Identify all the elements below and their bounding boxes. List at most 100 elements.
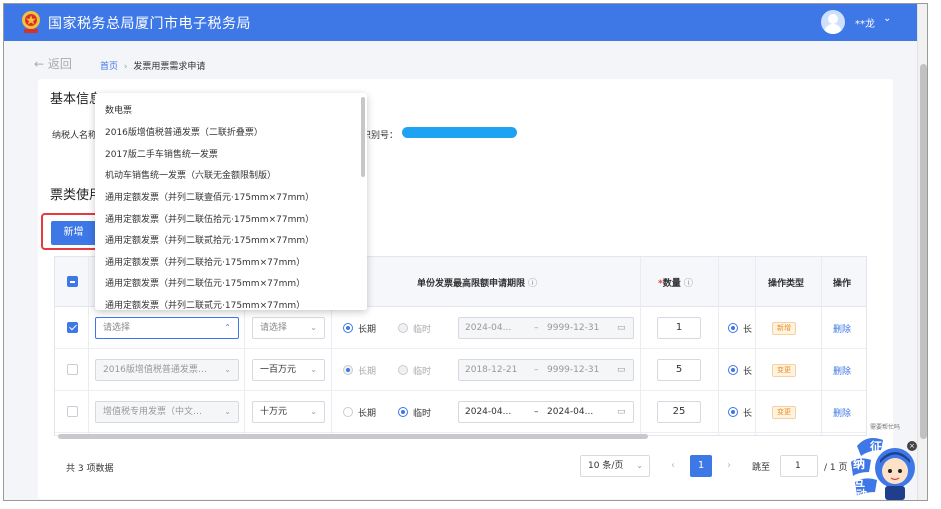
dropdown-option[interactable]: 2017版二手车销售统一发票 xyxy=(105,147,218,160)
chevron-down-icon: ⌄ xyxy=(310,365,317,374)
arrow-left-icon: ← xyxy=(34,57,45,71)
next-page-button[interactable]: › xyxy=(718,455,740,477)
user-name[interactable]: **龙 xyxy=(855,15,875,30)
extra-radio[interactable] xyxy=(728,407,738,417)
quantity-input[interactable]: 1 xyxy=(657,317,701,339)
invoice-type-select[interactable]: 增值税专用发票（中文… ⌄ xyxy=(95,401,239,423)
calendar-icon: ▭ xyxy=(617,365,626,375)
date-range[interactable]: 2024-04... –2024-04... ▭ xyxy=(458,401,634,423)
quantity-input[interactable]: 5 xyxy=(657,359,701,381)
user-avatar[interactable] xyxy=(821,10,845,34)
app-title: 国家税务总局厦门市电子税务局 xyxy=(48,16,251,32)
table-row: 2016版增值税普通发票… ⌄ 一百万元 ⌄ 长期 临时 2018-12-21–99… xyxy=(55,349,866,391)
period-temp-label: 临时 xyxy=(413,325,432,335)
jump-page-input[interactable]: 1 xyxy=(780,455,818,477)
redacted-taxpayer-id xyxy=(402,127,517,138)
select-all-checkbox[interactable] xyxy=(67,276,78,287)
user-menu-chevron-down-icon[interactable]: ⌄ xyxy=(883,13,891,24)
info-circle-icon[interactable]: ⓘ xyxy=(684,279,693,289)
period-long-label: 长期 xyxy=(358,325,377,335)
dropdown-option[interactable]: 通用定额发票（并列二联壹佰元·175mm×77mm） xyxy=(105,190,314,203)
info-circle-icon[interactable]: ⓘ xyxy=(528,279,537,289)
limit-select[interactable]: 一百万元 ⌄ xyxy=(252,359,325,381)
period-long-label: 长期 xyxy=(358,367,377,377)
breadcrumb-home[interactable]: 首页 xyxy=(100,62,118,72)
chevron-down-icon: ⌄ xyxy=(636,461,643,470)
limit-select[interactable]: 请选择 ⌄ xyxy=(252,317,325,339)
header-op-type: 操作类型 xyxy=(768,279,805,289)
breadcrumb: 首页 › 发票用票需求申请 xyxy=(100,59,205,72)
date-range[interactable]: 2018-12-21–9999-12-31 ▭ xyxy=(458,359,634,381)
limit-select[interactable]: 十万元 ⌄ xyxy=(252,401,325,423)
tax-emblem-icon xyxy=(22,11,40,33)
extra-radio[interactable] xyxy=(728,323,738,333)
app-window: 国家税务总局厦门市电子税务局 **龙 ⌄ ← 返回 首页 › 发票用票需求申请 … xyxy=(3,3,928,501)
period-long-radio[interactable] xyxy=(343,365,353,375)
dropdown-option[interactable]: 通用定额发票（并列二联拾元·175mm×77mm） xyxy=(105,255,305,268)
extra-label: 长 xyxy=(743,367,753,377)
chevron-down-icon: ⌄ xyxy=(224,365,231,374)
period-long-radio[interactable] xyxy=(343,323,353,333)
quantity-input[interactable]: 25 xyxy=(657,401,701,423)
scrollbar-thumb[interactable] xyxy=(920,64,927,439)
page-scrollbar[interactable] xyxy=(917,4,927,500)
extra-radio[interactable] xyxy=(728,365,738,375)
period-temp-label: 临时 xyxy=(413,409,432,419)
table-row: 请选择 ⌃ 请选择 ⌄ 长期 临时 2024-04... –9999-12-31 ▭ 1… xyxy=(55,307,866,349)
extra-label: 长 xyxy=(743,409,753,419)
dropdown-scrollbar[interactable] xyxy=(361,97,365,177)
chevron-down-icon: ⌄ xyxy=(224,407,231,416)
back-label: 返回 xyxy=(47,57,72,71)
dropdown-option[interactable]: 通用定额发票（并列二联贰元·175mm×77mm） xyxy=(105,298,305,310)
row-checkbox[interactable] xyxy=(67,364,78,375)
period-temp-radio[interactable] xyxy=(398,365,408,375)
row-checkbox[interactable] xyxy=(67,406,78,417)
period-temp-label: 临时 xyxy=(413,367,432,377)
chevron-down-icon: ⌄ xyxy=(310,407,317,416)
period-long-radio[interactable] xyxy=(343,407,353,417)
dropdown-option[interactable]: 数电票 xyxy=(105,103,132,116)
back-button[interactable]: ← 返回 xyxy=(34,55,72,72)
mascot-char: 纳 xyxy=(853,457,866,471)
table-row: 增值税专用发票（中文… ⌄ 十万元 ⌄ 长期 临时 2024-04... –2024-… xyxy=(55,391,866,433)
invoice-type-select[interactable]: 2016版增值税普通发票… ⌄ xyxy=(95,359,239,381)
dropdown-option[interactable]: 2016版增值税普通发票（二联折叠票） xyxy=(105,125,263,138)
header-limit: 单份发票最高限额申请期限 ⓘ xyxy=(417,279,538,289)
dropdown-option[interactable]: 通用定额发票（并列二联伍拾元·175mm×77mm） xyxy=(105,212,314,225)
delete-link[interactable]: 删除 xyxy=(833,322,851,335)
total-pages: / 1 页 xyxy=(824,463,848,473)
calendar-icon: ▭ xyxy=(617,323,626,333)
period-temp-radio[interactable] xyxy=(398,323,408,333)
page-1-button[interactable]: 1 xyxy=(690,455,712,477)
page-size-select[interactable]: 10 条/页 ⌄ xyxy=(580,455,650,477)
header-qty: *数量 ⓘ xyxy=(658,279,693,289)
header-op: 操作 xyxy=(833,279,852,289)
prev-page-button[interactable]: ‹ xyxy=(662,455,684,477)
breadcrumb-separator: › xyxy=(123,62,128,72)
op-type-tag: 变更 xyxy=(772,406,796,419)
dropdown-option[interactable]: 通用定额发票（并列二联贰拾元·175mm×77mm） xyxy=(105,233,314,246)
chevron-down-icon: ⌄ xyxy=(310,323,317,332)
breadcrumb-current: 发票用票需求申请 xyxy=(133,62,206,72)
period-temp-radio[interactable] xyxy=(398,407,408,417)
op-type-tag: 变更 xyxy=(772,364,796,377)
top-bar: 国家税务总局厦门市电子税务局 **龙 ⌄ xyxy=(4,4,917,41)
date-range[interactable]: 2024-04... –9999-12-31 ▭ xyxy=(458,317,634,339)
highlight-annotation xyxy=(41,213,102,250)
mascot-char: 征 xyxy=(870,440,883,454)
dropdown-option[interactable]: 通用定额发票（并列二联伍元·175mm×77mm） xyxy=(105,276,305,289)
op-type-tag: 新增 xyxy=(772,322,796,335)
delete-link[interactable]: 删除 xyxy=(833,364,851,377)
period-long-label: 长期 xyxy=(358,409,377,419)
jump-label: 跳至 xyxy=(752,463,771,473)
extra-label: 长 xyxy=(743,325,753,335)
chevron-up-icon: ⌃ xyxy=(224,323,231,332)
table-horizontal-scrollbar[interactable] xyxy=(58,434,648,439)
mascot-char: 动 xyxy=(856,488,867,501)
dropdown-option[interactable]: 机动车销售统一发票（六联无金额限制版） xyxy=(105,168,276,181)
calendar-icon: ▭ xyxy=(617,407,626,417)
invoice-type-dropdown: 数电票 2016版增值税普通发票（二联折叠票） 2017版二手车销售统一发票 机… xyxy=(95,93,367,310)
invoice-type-select[interactable]: 请选择 ⌃ xyxy=(95,317,239,339)
taxpayer-id-label: 识别号： xyxy=(362,131,399,141)
row-checkbox[interactable] xyxy=(67,322,78,333)
